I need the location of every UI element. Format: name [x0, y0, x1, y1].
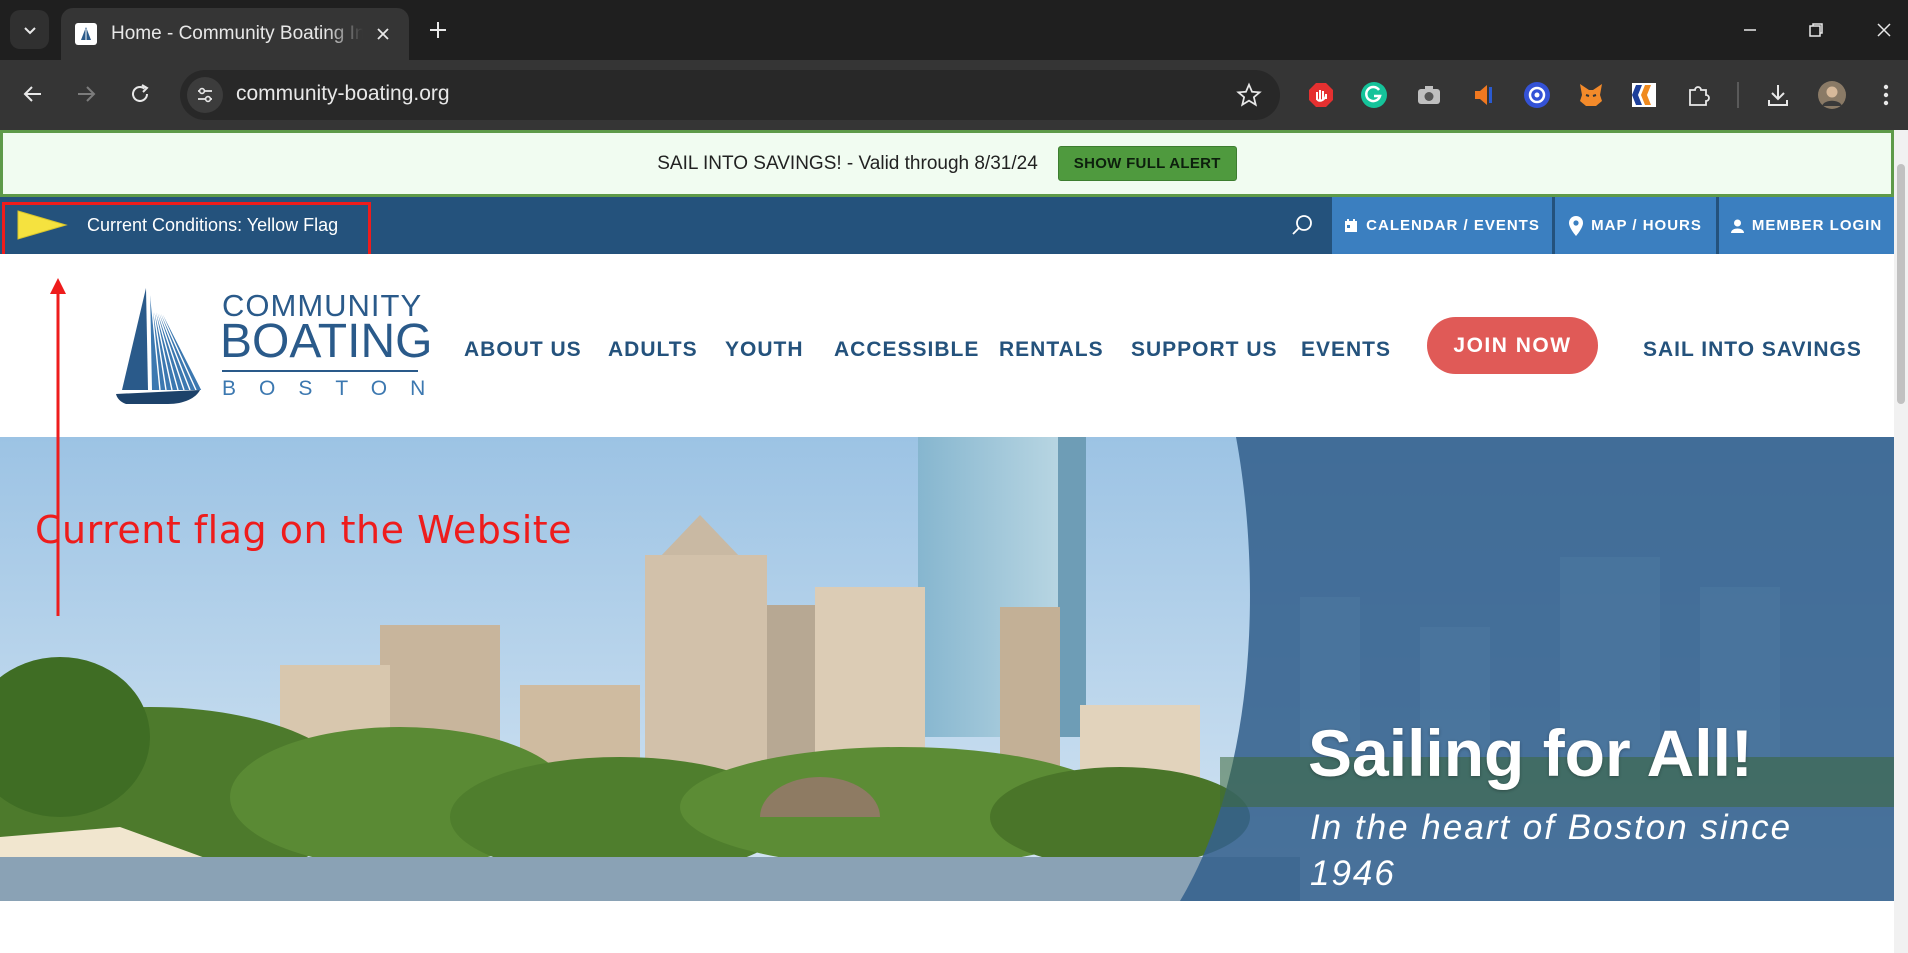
annotation-text: Current flag on the Website: [35, 508, 573, 552]
audio-extension[interactable]: [1467, 79, 1499, 111]
tab-close-button[interactable]: [371, 22, 395, 46]
nav-about-us[interactable]: ABOUT US: [464, 338, 582, 362]
plus-icon: [430, 22, 446, 38]
arrow-left-icon: [23, 86, 41, 102]
extensions-button[interactable]: [1683, 79, 1715, 111]
camera-icon: [1418, 86, 1440, 104]
browser-toolbar: community-boating.org: [0, 60, 1908, 130]
star-icon: [1236, 82, 1262, 107]
alert-banner: SAIL INTO SAVINGS! - Valid through 8/31/…: [0, 130, 1894, 197]
main-navigation: COMMUNITY BOATING BOSTON ABOUT US ADULTS…: [0, 254, 1894, 437]
back-button[interactable]: [12, 73, 54, 115]
target-extension[interactable]: [1521, 79, 1553, 111]
hero-title: Sailing for All!: [1308, 716, 1753, 790]
site-logo[interactable]: COMMUNITY BOATING BOSTON: [112, 286, 432, 406]
minimize-icon: [1744, 29, 1756, 31]
grammarly-extension[interactable]: [1358, 79, 1390, 111]
toolbar-divider: [1737, 82, 1739, 108]
close-icon: [377, 28, 389, 40]
screenshot-extension[interactable]: [1413, 79, 1445, 111]
reload-icon: [132, 84, 149, 102]
browser-tab-active[interactable]: Home - Community Boating Inc: [61, 8, 409, 60]
nav-accessible[interactable]: ACCESSIBLE: [834, 338, 979, 362]
nav-rentals[interactable]: RENTALS: [999, 338, 1104, 362]
alert-text: SAIL INTO SAVINGS! - Valid through 8/31/…: [657, 152, 1038, 174]
downloads-button[interactable]: [1762, 79, 1794, 111]
search-icon: [1292, 215, 1312, 235]
map-hours-link[interactable]: MAP / HOURS: [1555, 197, 1716, 254]
target-icon: [1524, 82, 1550, 108]
restore-button[interactable]: [1794, 10, 1838, 50]
calendar-icon: [1344, 218, 1358, 233]
nav-adults[interactable]: ADULTS: [608, 338, 698, 362]
adblock-extension[interactable]: [1305, 79, 1337, 111]
page-scrollbar[interactable]: [1894, 130, 1908, 953]
address-bar[interactable]: community-boating.org: [180, 70, 1280, 120]
site-info-button[interactable]: [187, 77, 223, 113]
calendar-events-label: CALENDAR / EVENTS: [1366, 217, 1540, 234]
map-hours-label: MAP / HOURS: [1591, 217, 1702, 234]
logo-divider: [222, 370, 418, 372]
bookmark-button[interactable]: [1236, 82, 1262, 113]
web-page: SAIL INTO SAVINGS! - Valid through 8/31/…: [0, 130, 1908, 953]
profile-button[interactable]: [1816, 79, 1848, 111]
browser-tab-strip: Home - Community Boating Inc: [0, 0, 1908, 60]
download-icon: [1768, 85, 1788, 106]
hero-banner: Sailing for All! In the heart of Boston …: [0, 437, 1894, 901]
adblock-icon: [1309, 83, 1333, 107]
puzzle-icon: [1689, 86, 1710, 106]
show-full-alert-button[interactable]: SHOW FULL ALERT: [1057, 146, 1237, 181]
metamask-extension[interactable]: [1575, 79, 1607, 111]
nav-events[interactable]: EVENTS: [1301, 338, 1391, 362]
avatar: [1818, 81, 1846, 109]
scrollbar-thumb[interactable]: [1897, 164, 1905, 404]
new-tab-button[interactable]: [422, 14, 454, 46]
tab-search-button[interactable]: [10, 10, 49, 49]
more-vert-icon: [1883, 84, 1889, 106]
minimize-button[interactable]: [1728, 10, 1772, 50]
url-text: community-boating.org: [236, 82, 450, 105]
site-search-button[interactable]: [1290, 213, 1314, 242]
chevron-down-icon: [23, 26, 36, 34]
arrow-right-icon: [78, 86, 96, 102]
tab-title: Home - Community Boating Inc: [111, 23, 363, 44]
restore-icon: [1809, 23, 1823, 37]
close-window-button[interactable]: [1862, 10, 1906, 50]
metamask-icon: [1580, 84, 1602, 106]
forward-button[interactable]: [65, 73, 107, 115]
member-login-link[interactable]: MEMBER LOGIN: [1719, 197, 1894, 254]
map-pin-icon: [1569, 215, 1584, 236]
site-favicon-icon: [75, 23, 97, 45]
logo-boating-text: BOATING: [220, 315, 433, 368]
annotation-arrow: [50, 278, 66, 616]
nav-youth[interactable]: YOUTH: [725, 338, 804, 362]
k-logo-icon: [1632, 83, 1656, 107]
hero-subtitle: In the heart of Boston since 1946: [1310, 808, 1793, 893]
join-now-button[interactable]: JOIN NOW: [1427, 317, 1598, 374]
member-login-label: MEMBER LOGIN: [1751, 217, 1883, 234]
nav-support-us[interactable]: SUPPORT US: [1131, 338, 1278, 362]
audio-icon: [1475, 85, 1492, 105]
close-icon: [1877, 23, 1891, 37]
logo-boston-text: BOSTON: [222, 377, 449, 400]
nav-sail-into-savings[interactable]: SAIL INTO SAVINGS: [1643, 338, 1862, 362]
calendar-events-link[interactable]: CALENDAR / EVENTS: [1332, 197, 1552, 254]
reload-button[interactable]: [119, 73, 161, 115]
sailboat-logo-icon: [116, 287, 203, 404]
tune-icon: [198, 87, 212, 103]
user-icon: [1730, 219, 1744, 233]
grammarly-icon: [1361, 82, 1387, 108]
browser-menu-button[interactable]: [1870, 79, 1902, 111]
k-extension[interactable]: [1628, 79, 1660, 111]
